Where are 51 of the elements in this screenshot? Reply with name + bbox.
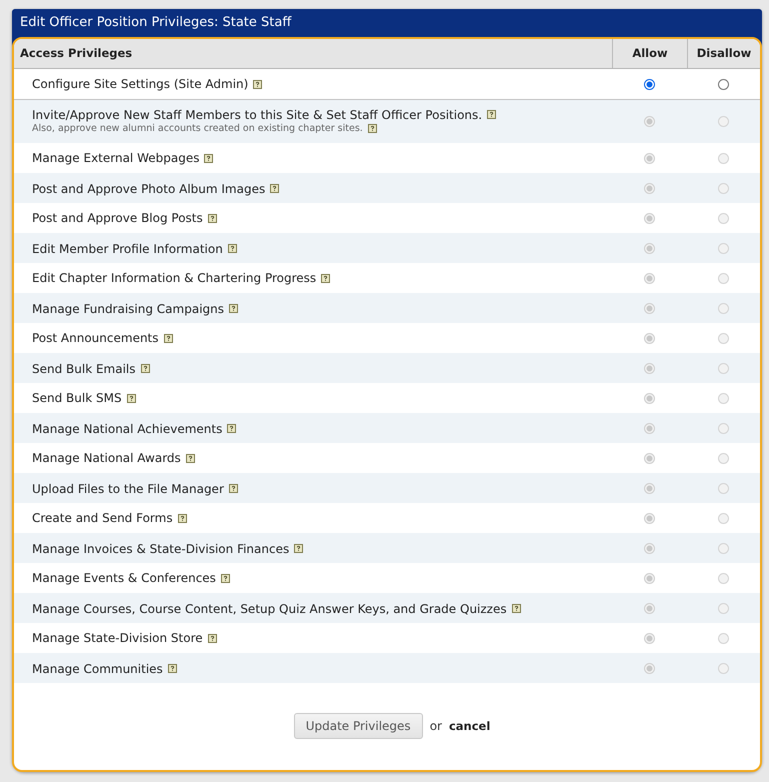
privilege-label: Manage Events & Conferences (32, 570, 216, 586)
help-icon[interactable] (140, 364, 150, 373)
privilege-label: Edit Chapter Information & Chartering Progress (32, 270, 316, 286)
help-icon[interactable] (270, 184, 280, 193)
privilege-label: Invite/Approve New Staff Members to this Site & Set Staff Officer Positions. (32, 106, 482, 122)
privilege-label: Manage State-Division Store (32, 630, 203, 646)
column-header: Disallow (687, 39, 760, 68)
help-icon[interactable] (126, 394, 136, 402)
update-privileges-button[interactable]: Update Privileges (294, 713, 423, 739)
help-icon[interactable] (229, 304, 238, 313)
privilege-label: Manage Courses, Course Content, Setup Quiz Answer Keys, and Grade Quizzes (32, 600, 507, 616)
separator-text: or (430, 719, 442, 733)
radio-button[interactable] (718, 78, 729, 90)
help-icon[interactable] (178, 514, 187, 522)
help-icon[interactable] (208, 634, 217, 642)
privilege-label: Manage Invoices & State-Division Finances (32, 540, 290, 556)
cancel-link[interactable]: cancel (448, 719, 490, 733)
privilege-label: Manage National Achievements (32, 420, 222, 436)
privilege-label: Edit Member Profile Information (32, 240, 223, 256)
help-icon[interactable] (368, 124, 377, 133)
help-icon[interactable] (220, 574, 230, 582)
radio-button[interactable] (644, 78, 655, 90)
column-header: Access Privileges (19, 45, 134, 62)
help-icon[interactable] (168, 664, 177, 673)
help-icon[interactable] (512, 604, 521, 613)
help-icon[interactable] (228, 484, 238, 493)
privilege-label: Send Bulk Emails (32, 360, 136, 376)
privilege-label: Post and Approve Blog Posts (32, 210, 203, 226)
privilege-label: Create and Send Forms (32, 510, 173, 526)
help-icon[interactable] (186, 454, 195, 462)
privilege-label: Configure Site Settings (Site Admin) (32, 76, 248, 92)
help-icon[interactable] (253, 80, 262, 88)
help-icon[interactable] (208, 214, 217, 222)
dialog-title: Edit Officer Position Privileges: State Staff (12, 9, 762, 37)
privilege-label: Manage External Webpages (32, 150, 200, 166)
help-icon[interactable] (228, 244, 237, 253)
privilege-label: Post Announcements (32, 330, 159, 346)
help-icon[interactable] (227, 424, 236, 433)
help-icon[interactable] (487, 110, 496, 119)
help-icon[interactable] (164, 334, 173, 342)
privilege-note: Also, approve new alumni accounts created on existing chapter sites. (32, 122, 363, 134)
help-icon[interactable] (321, 274, 330, 282)
privilege-label: Post and Approve Photo Album Images (32, 180, 266, 196)
help-icon[interactable] (294, 544, 304, 553)
privilege-label: Manage National Awards (32, 450, 181, 466)
privilege-label: Upload Files to the File Manager (32, 480, 224, 496)
column-header: Allow (612, 39, 687, 68)
privilege-label: Manage Communities (32, 660, 163, 676)
help-icon[interactable] (204, 154, 214, 162)
privilege-label: Manage Fundraising Campaigns (32, 300, 224, 316)
privilege-label: Send Bulk SMS (32, 390, 122, 406)
